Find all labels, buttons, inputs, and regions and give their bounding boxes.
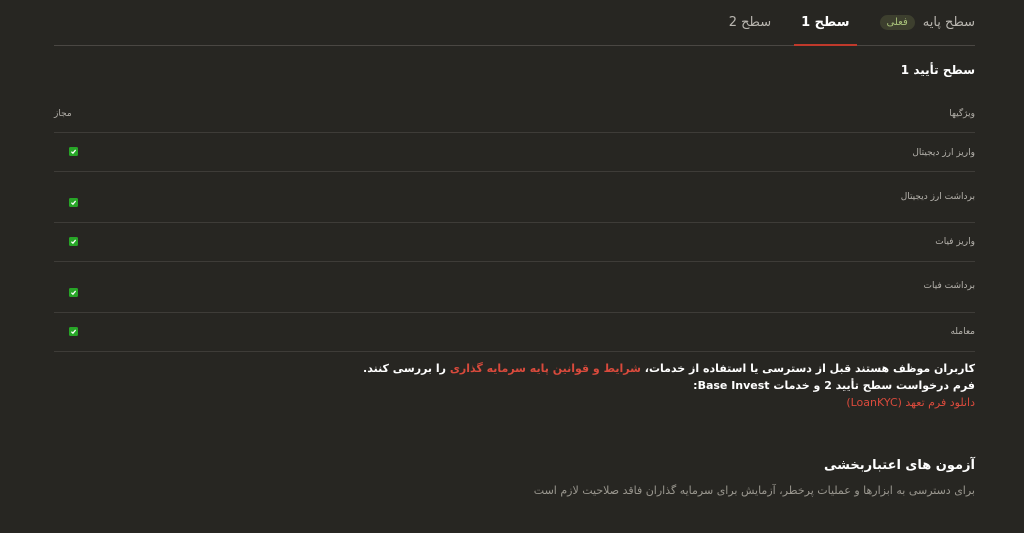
check-icon bbox=[69, 327, 78, 336]
tab-level-1[interactable]: سطح 1 bbox=[794, 0, 857, 46]
feature-label: واریز ارز دیجیتال bbox=[912, 148, 975, 158]
tab-level-2[interactable]: سطح 2 bbox=[729, 0, 771, 45]
terms-link[interactable]: شرایط و قوانین پایه سرمایه گذاری bbox=[450, 362, 641, 375]
level-tabs: سطح پایه فعلی سطح 1 سطح 2 bbox=[54, 0, 975, 46]
features-table: ویژگیها مجاز واریز ارز دیجیتال برداشت ار… bbox=[54, 95, 975, 352]
credit-tests-description: برای دسترسی به ابزارها و عملیات پرخطر، آ… bbox=[533, 484, 975, 497]
tab-base-level[interactable]: سطح پایه فعلی bbox=[879, 0, 975, 45]
table-row: برداشت فیات bbox=[54, 262, 975, 313]
credit-tests-title: آزمون های اعتباربخشی bbox=[823, 458, 975, 473]
table-row: برداشت ارز دیجیتال bbox=[54, 172, 975, 223]
kyc-level-panel: سطح پایه فعلی سطح 1 سطح 2 سطح تأیید 1 وی… bbox=[54, 0, 975, 533]
level2-form-text: فرم درخواست سطح تأیید 2 و خدمات Base Inv… bbox=[693, 379, 975, 392]
terms-notice-line: کاربران موظف هستند قبل از دسترسی یا استف… bbox=[363, 360, 975, 377]
check-icon bbox=[69, 237, 78, 246]
check-icon bbox=[69, 288, 78, 297]
header-allowed: مجاز bbox=[54, 109, 72, 119]
feature-label: برداشت ارز دیجیتال bbox=[900, 192, 975, 202]
table-header-row: ویژگیها مجاز bbox=[54, 95, 975, 133]
current-level-badge: فعلی bbox=[879, 15, 915, 30]
table-row: واریز ارز دیجیتال bbox=[54, 133, 975, 172]
terms-text-before: کاربران موظف هستند قبل از دسترسی یا استف… bbox=[640, 362, 975, 375]
download-commitment-form-link[interactable]: دانلود فرم تعهد (LoanKYC) bbox=[363, 394, 975, 411]
feature-label: واریز فیات bbox=[935, 237, 975, 247]
check-icon bbox=[69, 198, 78, 207]
section-title: سطح تأیید 1 bbox=[900, 63, 975, 77]
tab-level-2-label: سطح 2 bbox=[728, 15, 772, 30]
check-icon bbox=[69, 147, 78, 156]
terms-notice: کاربران موظف هستند قبل از دسترسی یا استف… bbox=[363, 360, 975, 411]
table-row: واریز فیات bbox=[54, 223, 975, 262]
tab-level-1-label: سطح 1 bbox=[801, 15, 850, 30]
table-row: معامله bbox=[54, 313, 975, 352]
feature-label: معامله bbox=[950, 327, 975, 337]
terms-text-after: را بررسی کنند. bbox=[363, 362, 450, 375]
header-features: ویژگیها bbox=[949, 109, 975, 119]
feature-label: برداشت فیات bbox=[923, 281, 975, 291]
tab-base-level-label: سطح پایه bbox=[922, 15, 975, 30]
